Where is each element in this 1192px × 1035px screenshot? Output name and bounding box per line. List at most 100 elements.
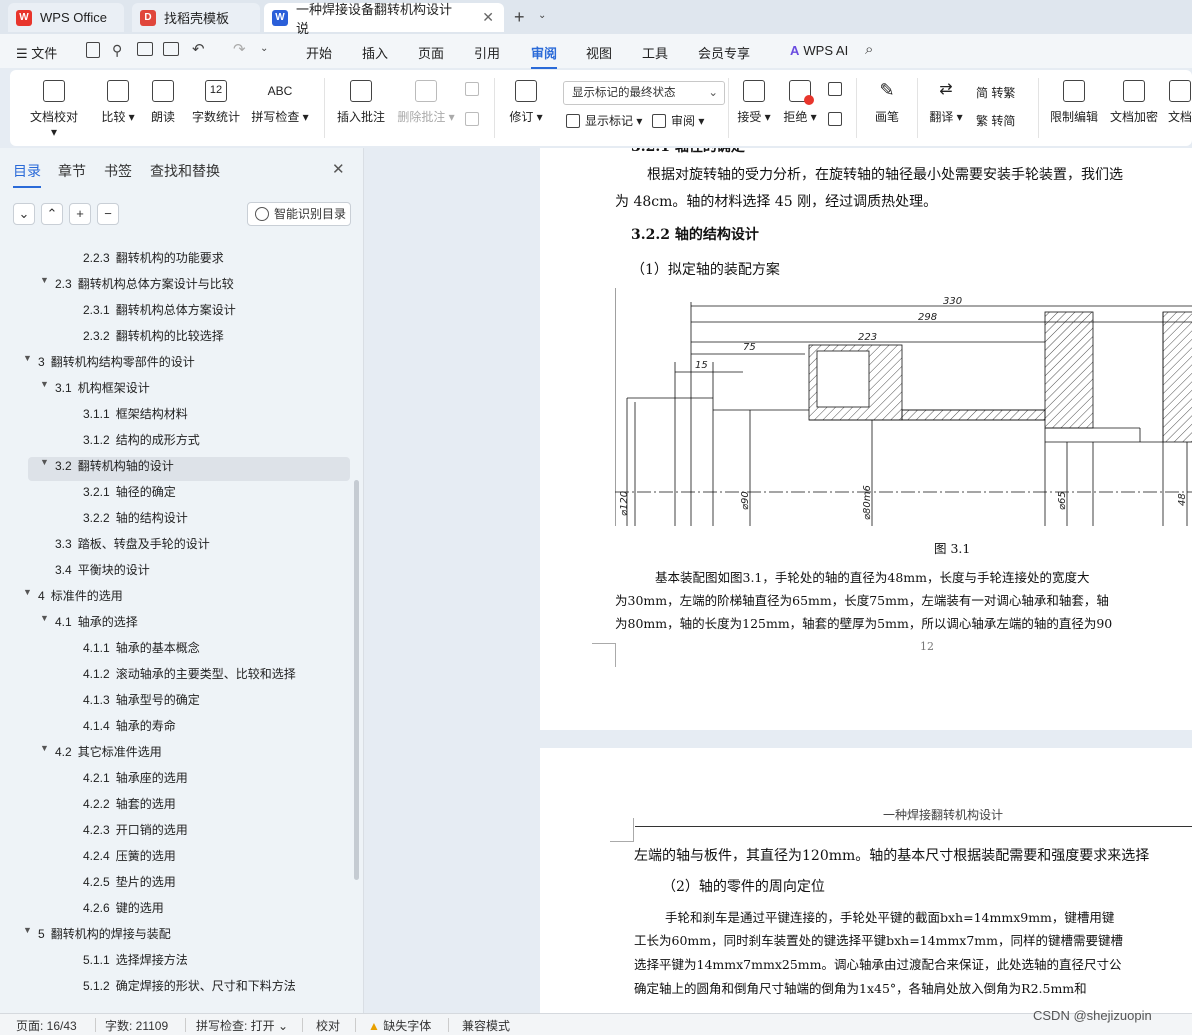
toc-item[interactable]: ▼ 4.1 轴承的选择 <box>40 613 138 630</box>
remove-level-button[interactable]: − <box>97 203 119 225</box>
tab-chapter[interactable]: 章节 <box>58 161 86 181</box>
prev-comment-icon[interactable] <box>465 82 484 96</box>
word-count[interactable]: 字数: 21109 <box>105 1017 168 1034</box>
menu-insert[interactable]: 插入 <box>362 43 388 62</box>
next-comment-icon[interactable] <box>465 112 484 126</box>
quick-access-chevron-icon[interactable]: ⌄ <box>260 43 268 54</box>
toc-expand-icon[interactable]: ▼ <box>23 353 32 363</box>
expand-down-button[interactable]: ⌄ <box>13 203 35 225</box>
close-icon[interactable]: ✕ <box>332 160 345 178</box>
toc-item[interactable]: 2.3.2 翻转机构的比较选择 <box>83 327 224 344</box>
toc-item[interactable]: 4.1.1 轴承的基本概念 <box>83 639 200 656</box>
toc-item[interactable]: 2.3.1 翻转机构总体方案设计 <box>83 301 236 318</box>
add-level-button[interactable]: + <box>69 203 91 225</box>
smart-toc-button[interactable]: 智能识别目录 <box>247 202 351 226</box>
insert-comment-button[interactable]: 插入批注 <box>335 80 387 125</box>
menu-page[interactable]: 页面 <box>418 43 444 62</box>
wps-ai-button[interactable]: A WPS AI <box>790 43 848 58</box>
menu-start[interactable]: 开始 <box>306 43 332 62</box>
toc-expand-icon[interactable]: ▼ <box>40 457 49 467</box>
compare-button[interactable]: 比较 ▾ <box>98 80 138 125</box>
print-icon[interactable] <box>137 42 153 56</box>
toc-item[interactable]: 4.1.4 轴承的寿命 <box>83 717 176 734</box>
toc-item[interactable]: 3.4 平衡块的设计 <box>55 561 150 578</box>
tab-toc[interactable]: 目录 <box>13 161 41 188</box>
scrollbar[interactable] <box>354 480 359 880</box>
toc-item[interactable]: ▼ 3.2 翻转机构轴的设计 <box>40 457 174 474</box>
translate-button[interactable]: ⇄ 翻译 ▾ <box>926 80 966 125</box>
toc-item[interactable]: 3.2.1 轴径的确定 <box>83 483 176 500</box>
toc-item[interactable]: 4.1.3 轴承型号的确定 <box>83 691 200 708</box>
toc-item[interactable]: 3.2.2 轴的结构设计 <box>83 509 188 526</box>
toc-item[interactable]: ▼ 5 翻转机构的焊接与装配 <box>23 925 171 942</box>
page-indicator[interactable]: 页面: 16/43 <box>16 1017 77 1034</box>
collapse-up-button[interactable]: ⌃ <box>41 203 63 225</box>
tab-wps-office[interactable]: W WPS Office <box>8 3 124 32</box>
review-pane-button[interactable]: 审阅 ▾ <box>652 112 704 129</box>
tab-bookmark[interactable]: 书签 <box>104 161 132 181</box>
pen-button[interactable]: ✎ 画笔 <box>870 80 904 125</box>
toc-item[interactable]: 3.1.1 框架结构材料 <box>83 405 188 422</box>
toc-item[interactable]: 4.2.6 键的选用 <box>83 899 164 916</box>
tab-template[interactable]: D 找稻壳模板 <box>132 3 260 32</box>
missing-font-status[interactable]: ▲ 缺失字体 <box>368 1017 431 1034</box>
toc-expand-icon[interactable]: ▼ <box>23 925 32 935</box>
toc-item[interactable]: ▼ 2.3 翻转机构总体方案设计与比较 <box>40 275 234 292</box>
toc-expand-icon[interactable]: ▼ <box>23 587 32 597</box>
redo-icon[interactable]: ↷ <box>233 40 246 58</box>
toc-item[interactable]: 5.1.1 选择焊接方法 <box>83 951 188 968</box>
tab-document[interactable]: W 一种焊接设备翻转机构设计 说 ✕ <box>264 2 504 36</box>
toc-item[interactable]: ▼ 3.1 机构框架设计 <box>40 379 150 396</box>
to-simplified-button[interactable]: 繁 转简 <box>976 112 1015 129</box>
toc-item[interactable]: 3.1.2 结构的成形方式 <box>83 431 200 448</box>
toc-item[interactable]: 4.2.4 压簧的选用 <box>83 847 176 864</box>
toc-item[interactable]: ▼ 4.2 其它标准件选用 <box>40 743 162 760</box>
reject-button[interactable]: 拒绝 ▾ <box>780 80 820 125</box>
encrypt-button[interactable]: 文档加密 <box>1108 80 1160 125</box>
toc-item[interactable]: ▼ 3 翻转机构结构零部件的设计 <box>23 353 195 370</box>
toc-item[interactable]: 4.2.3 开口销的选用 <box>83 821 188 838</box>
restrict-edit-button[interactable]: 限制编辑 <box>1048 80 1100 125</box>
markup-state-dropdown[interactable]: 显示标记的最终状态 ⌄ <box>563 81 725 105</box>
close-tab-icon[interactable]: ✕ <box>482 9 494 26</box>
spell-check-status[interactable]: 拼写检查: 打开 ⌄ <box>196 1017 288 1034</box>
toc-item[interactable]: 3.3 踏板、转盘及手轮的设计 <box>55 535 210 552</box>
toc-item[interactable]: 4.2.5 垫片的选用 <box>83 873 176 890</box>
menu-member[interactable]: 会员专享 <box>698 43 750 62</box>
toc-expand-icon[interactable]: ▼ <box>40 743 49 753</box>
spell-check-button[interactable]: ABC 拼写检查 ▾ <box>250 80 310 125</box>
toc-item[interactable]: 4.2.1 轴承座的选用 <box>83 769 188 786</box>
toc-expand-icon[interactable]: ▼ <box>40 613 49 623</box>
accept-button[interactable]: 接受 ▾ <box>734 80 774 125</box>
menu-review[interactable]: 审阅 <box>531 43 558 69</box>
save-icon[interactable] <box>86 42 100 58</box>
revise-button[interactable]: 修订 ▾ <box>504 80 548 125</box>
print-preview-icon[interactable] <box>163 42 179 56</box>
menu-tools[interactable]: 工具 <box>642 43 668 62</box>
tab-find-replace[interactable]: 查找和替换 <box>150 161 220 181</box>
toc-expand-icon[interactable]: ▼ <box>40 379 49 389</box>
file-menu[interactable]: ☰ 文件 <box>16 43 57 62</box>
proofread-status[interactable]: 校对 <box>316 1017 340 1034</box>
undo-icon[interactable]: ↶ <box>192 40 205 58</box>
tab-list-chevron-icon[interactable]: ⌄ <box>538 10 546 21</box>
toc-item[interactable]: 5.1.2 确定焊接的形状、尺寸和下料方法 <box>83 977 296 994</box>
toc-item[interactable]: 2.2.3 翻转机构的功能要求 <box>83 249 224 266</box>
toc-item[interactable]: 4.1.2 滚动轴承的主要类型、比较和选择 <box>83 665 296 682</box>
delete-comment-button[interactable]: 删除批注 ▾ <box>395 80 457 125</box>
toc-item[interactable]: ▼ 4 标准件的选用 <box>23 587 123 604</box>
show-markup-button[interactable]: 显示标记 ▾ <box>566 112 642 129</box>
menu-reference[interactable]: 引用 <box>474 43 500 62</box>
read-aloud-button[interactable]: 朗读 <box>148 80 178 125</box>
doc-rights-button[interactable]: 文档 <box>1168 80 1192 125</box>
toc-expand-icon[interactable]: ▼ <box>40 275 49 285</box>
to-traditional-button[interactable]: 简 转繁 <box>976 84 1015 101</box>
share-icon[interactable]: ⚲ <box>112 42 122 59</box>
next-change-icon[interactable] <box>828 112 847 126</box>
proof-button[interactable]: 文档校对 ▾ <box>28 80 80 139</box>
new-tab-button[interactable]: + <box>514 7 525 28</box>
toc-item[interactable]: 4.2.2 轴套的选用 <box>83 795 176 812</box>
prev-change-icon[interactable] <box>828 82 847 96</box>
search-icon[interactable]: ⌕ <box>865 41 873 58</box>
menu-view[interactable]: 视图 <box>586 43 612 62</box>
